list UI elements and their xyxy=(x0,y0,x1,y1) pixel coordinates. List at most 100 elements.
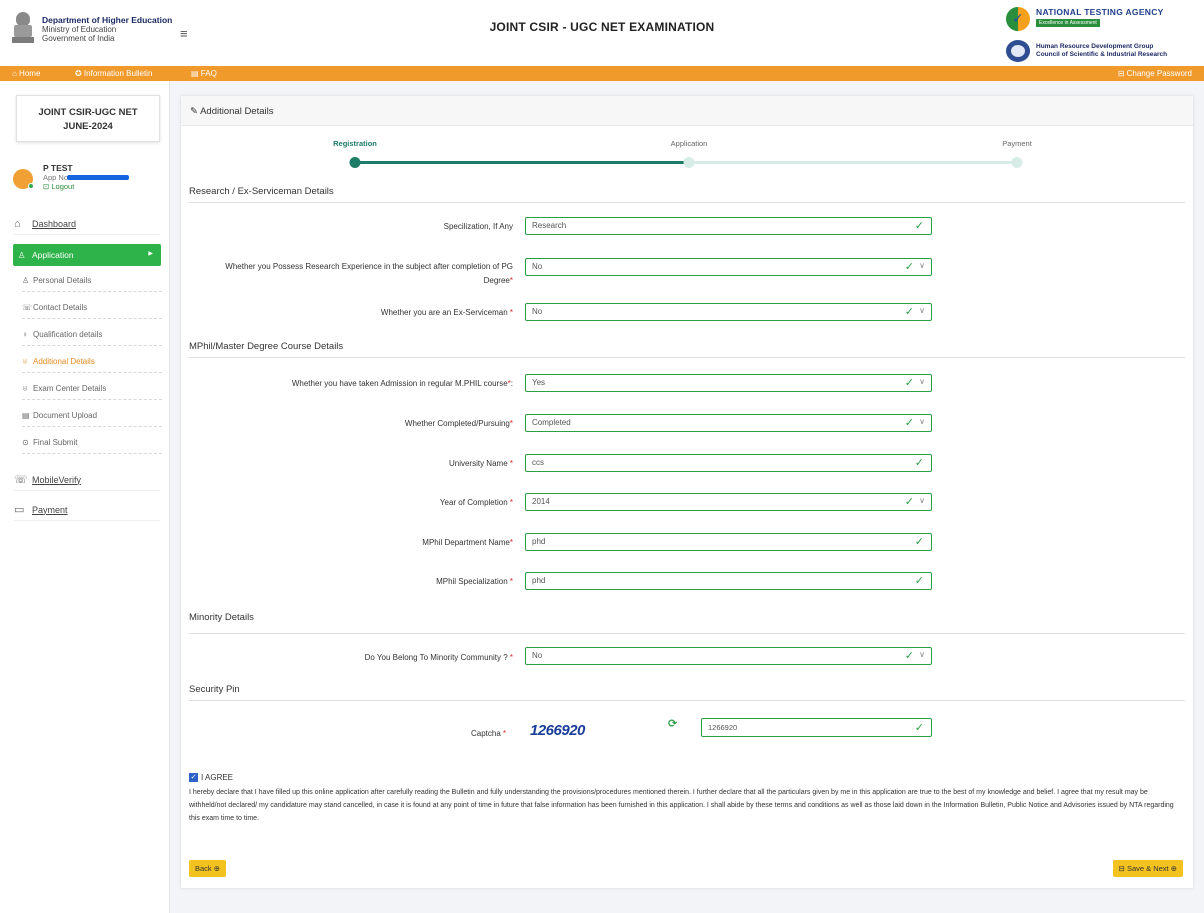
sidebar-item-dashboard[interactable]: ⌂ Dashboard xyxy=(14,213,160,235)
sidebar: JOINT CSIR-UGC NET JUNE-2024 P TEST App … xyxy=(0,81,170,913)
valid-check-icon: ✓ xyxy=(914,457,924,469)
location-icon: ♅ xyxy=(22,383,28,393)
chevron-down-icon: ∨ xyxy=(919,306,925,315)
main-card: ✎ Additional Details Registration Applic… xyxy=(181,96,1193,888)
sidebar-sub-final-submit[interactable]: ⊙ Final Submit xyxy=(22,431,162,454)
header: Department of Higher Education Ministry … xyxy=(0,0,1204,66)
sidebar-sub-qualification-details[interactable]: ♀ Qualification details xyxy=(22,323,162,346)
captcha-label: Captcha * xyxy=(471,729,507,738)
completed-pursuing-select[interactable]: Completed ✓ ∨ xyxy=(525,414,932,432)
valid-check-icon: ✓ xyxy=(914,722,924,734)
sidebar-item-mobile-verify[interactable]: ☏ MobileVerify xyxy=(14,469,160,491)
phone-icon: ☏ xyxy=(14,474,28,486)
university-name-label: University Name * xyxy=(448,459,513,468)
sidebar-sub-contact-details[interactable]: ☏ Contact Details xyxy=(22,296,162,319)
section-security: Security Pin xyxy=(189,684,240,695)
university-name-input[interactable]: ccs ✓ xyxy=(525,454,932,472)
valid-check-icon: ✓ xyxy=(904,496,914,508)
step-dot-application xyxy=(683,157,695,168)
chevron-down-icon: ∨ xyxy=(919,377,925,386)
valid-check-icon: ✓ xyxy=(914,220,924,232)
step-payment: Payment xyxy=(1002,139,1032,148)
step-line-done xyxy=(355,161,689,164)
specialization-label: Specilization, If Any xyxy=(443,222,513,231)
progress-steps: Registration Application Payment xyxy=(181,96,1193,176)
app-no-redacted xyxy=(67,175,129,180)
save-next-button[interactable]: ⊟ Save & Next ⊕ xyxy=(1112,860,1183,877)
nta-tagline: Excellence in Assessment xyxy=(1036,19,1100,27)
caret-icon: ▶ xyxy=(148,251,153,257)
section-mphil: MPhil/Master Degree Course Details xyxy=(189,341,344,352)
award-icon: ♀ xyxy=(22,329,28,339)
csir-text: Human Resource Development Group Council… xyxy=(1036,43,1168,58)
refresh-icon[interactable]: ⟳ xyxy=(668,717,677,730)
minority-label: Do You Belong To Minority Community ? * xyxy=(364,653,513,662)
ex-serviceman-select[interactable]: No ✓ ∨ xyxy=(525,303,932,321)
nav-home[interactable]: ⌂ Home xyxy=(12,69,40,78)
chevron-down-icon: ∨ xyxy=(919,650,925,659)
person-icon: ♙ xyxy=(22,275,30,285)
chevron-down-icon: ∨ xyxy=(919,496,925,505)
nta-title: NATIONAL TESTING AGENCY xyxy=(1036,7,1164,17)
valid-check-icon: ✓ xyxy=(904,377,914,389)
mphil-specialization-input[interactable]: phd ✓ xyxy=(525,572,932,590)
nta-logo-block: ✓ NATIONAL TESTING AGENCY Excellence in … xyxy=(1006,5,1196,63)
logout-link[interactable]: ⊡ Logout xyxy=(43,182,74,191)
nav-change-password[interactable]: ⊟ Change Password xyxy=(1118,69,1192,78)
valid-check-icon: ✓ xyxy=(904,306,914,318)
mphil-specialization-label: MPhil Specialization * xyxy=(436,577,513,586)
checkbox-checked-icon[interactable]: ✓ xyxy=(189,773,198,782)
sidebar-sub-additional-details[interactable]: ♅ Additional Details xyxy=(22,350,162,373)
nav-faq[interactable]: ▤ FAQ xyxy=(191,69,217,78)
home-icon: ⌂ xyxy=(14,217,21,230)
year-completion-select[interactable]: 2014 ✓ ∨ xyxy=(525,493,932,511)
section-divider xyxy=(189,700,1185,701)
declaration-text: I hereby declare that I have filled up t… xyxy=(189,789,1174,822)
valid-check-icon: ✓ xyxy=(904,417,914,429)
step-registration: Registration xyxy=(333,139,377,148)
phone-icon: ☏ xyxy=(22,302,33,312)
mphil-department-input[interactable]: phd ✓ xyxy=(525,533,932,551)
top-navbar: ⌂ Home ✪ Information Bulletin ▤ FAQ ⊟ Ch… xyxy=(0,66,1204,81)
online-status-dot xyxy=(28,183,34,189)
exam-name-box: JOINT CSIR-UGC NET JUNE-2024 xyxy=(16,95,160,142)
mphil-department-label: MPhil Department Name* xyxy=(422,538,513,547)
section-research: Research / Ex-Serviceman Details xyxy=(189,186,334,197)
year-completion-label: Year of Completion * xyxy=(439,498,513,507)
csir-logo-icon xyxy=(1006,40,1030,62)
submit-icon: ⊙ xyxy=(22,437,29,447)
specialization-input[interactable]: Research ✓ xyxy=(525,217,932,235)
sidebar-sub-document-upload[interactable]: ▤ Document Upload xyxy=(22,404,162,427)
valid-check-icon: ✓ xyxy=(914,575,924,587)
payment-icon: ▭ xyxy=(14,504,25,516)
sidebar-item-payment[interactable]: ▭ Payment xyxy=(14,499,160,521)
user-name: P TEST xyxy=(43,163,73,173)
agree-checkbox-row[interactable]: ✓ I AGREE xyxy=(189,773,233,782)
sidebar-sub-personal-details[interactable]: ♙ Personal Details xyxy=(22,269,162,292)
section-divider xyxy=(189,633,1185,634)
back-button[interactable]: Back ⊕ xyxy=(189,860,227,877)
section-divider xyxy=(189,202,1185,203)
details-icon: ♅ xyxy=(22,356,28,366)
nav-information-bulletin[interactable]: ✪ Information Bulletin xyxy=(75,69,152,78)
section-minority: Minority Details xyxy=(189,612,254,623)
valid-check-icon: ✓ xyxy=(914,536,924,548)
completed-pursuing-label: Whether Completed/Pursuing* xyxy=(404,419,513,428)
captcha-image: 1266920 xyxy=(530,722,585,739)
sidebar-item-application[interactable]: ♙ Application ▶ xyxy=(13,244,161,266)
document-icon: ▤ xyxy=(22,410,30,420)
government-name: Government of India xyxy=(42,33,115,43)
sidebar-sub-exam-center-details[interactable]: ♅ Exam Center Details xyxy=(22,377,162,400)
section-divider xyxy=(189,357,1185,358)
step-dot-registration xyxy=(349,157,361,168)
mphil-admission-label: Whether you have taken Admission in regu… xyxy=(291,379,513,388)
step-line-pending xyxy=(689,161,1017,164)
research-experience-select[interactable]: No ✓ ∨ xyxy=(525,258,932,276)
chevron-down-icon: ∨ xyxy=(919,261,925,270)
users-icon: ♙ xyxy=(18,249,26,260)
minority-select[interactable]: No ✓ ∨ xyxy=(525,647,932,665)
captcha-input[interactable]: 1266920 ✓ xyxy=(701,718,932,737)
valid-check-icon: ✓ xyxy=(904,261,914,273)
mphil-admission-select[interactable]: Yes ✓ ∨ xyxy=(525,374,932,392)
valid-check-icon: ✓ xyxy=(904,650,914,662)
